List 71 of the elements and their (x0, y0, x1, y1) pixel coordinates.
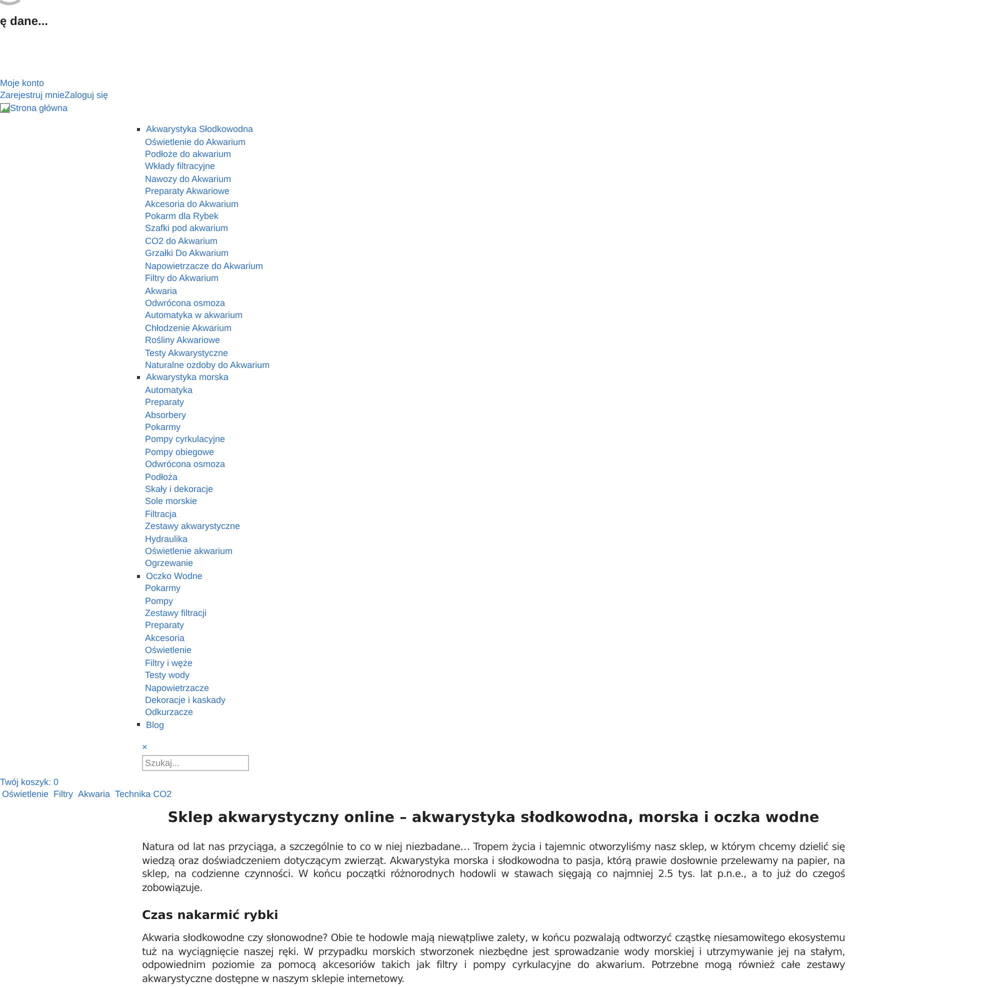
menu-category[interactable]: Akwarystyka Słodkowodna (146, 123, 254, 136)
menu-item[interactable]: Napowietrzacze do Akwarium (145, 260, 264, 271)
menu-item[interactable]: Zestawy filtracji (145, 608, 207, 618)
menu-item[interactable]: Skały i dekoracje (145, 484, 214, 494)
close-button[interactable]: × (142, 742, 148, 752)
menu-item[interactable]: Nawozy do Akwarium (145, 174, 232, 184)
menu-item[interactable]: Automatyka (145, 384, 193, 395)
cart-link[interactable]: Twój koszyk: 0 (0, 776, 59, 787)
register-link[interactable]: Zarejestruj mnie (0, 90, 65, 100)
menu-item[interactable]: Akwaria (145, 286, 178, 296)
spinner-icon (0, 0, 20, 6)
broken-image-icon (0, 103, 10, 114)
menu-item[interactable]: Dekoracje i kaskady (145, 694, 226, 705)
menu-item[interactable]: Sole morskie (145, 496, 198, 506)
menu-item[interactable]: Preparaty (145, 397, 184, 408)
menu-item[interactable]: Filtry do Akwarium (145, 273, 219, 284)
tag-link[interactable]: Filtry (54, 788, 74, 800)
menu-item[interactable]: Naturalne ozdoby do Akwarium (145, 360, 270, 370)
loading-text: ę dane... (0, 14, 50, 28)
menu-item[interactable]: Pokarmy (145, 422, 181, 432)
menu-item[interactable]: Szafki pod akwarium (145, 223, 228, 234)
menu-category[interactable]: Blog (146, 718, 164, 732)
menu-item[interactable]: Pokarm dla Rybek (145, 211, 219, 222)
menu-item[interactable]: Akcesoria (145, 632, 185, 643)
menu-item[interactable]: Chłodzenie Akwarium (145, 322, 232, 333)
menu-item[interactable]: Odwrócona osmoza (145, 459, 226, 470)
menu-item[interactable]: Testy Akwarystyczne (145, 348, 228, 358)
menu-category[interactable]: Oczko Wodne (146, 570, 202, 582)
page-heading: Sklep akwarystyczny online – akwarystyka słodkowodna, morska i oczka wodne (166, 809, 820, 828)
menu-item[interactable]: Ogrzewanie (145, 558, 194, 568)
bullet-icon (137, 376, 140, 380)
menu-item[interactable]: Preparaty Akwariowe (145, 186, 230, 196)
menu-item[interactable]: Pompy (145, 596, 174, 606)
my-account-link[interactable]: Moje konto (0, 78, 44, 88)
login-link[interactable]: Zaloguj się (64, 90, 108, 100)
menu-item[interactable]: Oświetlenie akwarium (145, 546, 233, 556)
menu-item[interactable]: Testy wody (145, 670, 190, 680)
tag-link[interactable]: Akwaria (78, 788, 110, 800)
menu-category[interactable]: Akwarystyka morska (146, 371, 229, 384)
menu-item[interactable]: Odkurzacze (145, 707, 194, 718)
tag-link[interactable]: Oświetlenie (2, 788, 49, 800)
menu-item[interactable]: Odwrócona osmoza (145, 298, 226, 308)
menu-item[interactable]: Pompy obiegowe (145, 446, 214, 457)
menu-item[interactable]: Wkłady filtracyjne (145, 161, 216, 172)
menu-item[interactable]: Rośliny Akwariowe (145, 335, 220, 346)
menu-item[interactable]: Filtry i węże (145, 658, 193, 668)
menu-item[interactable]: Oświetlenie do Akwarium (145, 136, 246, 147)
intro-paragraph: Natura od lat nas przyciąga, a szczególnie to co w niej niezbadane… Tropem życia i tajemnic otworzyliśmy nasz sklep, w którym chcemy dzielić się wiedzą oraz doświadczeniem dotyczącym zwierząt. Akwarystyka morska i słodkowodna to pasja, którą prawie dosłownie przelewamy na papier, na sklep, na codzienne czynności. W końcu początki różnorodnych hodowli w stawach sięgają co najmniej 2.5 tys. lat p.n.e., a to już do czegoś zobowiązuje. (142, 841, 845, 895)
section-heading: Czas nakarmić rybki (142, 908, 280, 922)
menu-item[interactable]: Podłoża (145, 472, 178, 482)
menu-item[interactable]: Absorbery (145, 410, 186, 420)
menu-item[interactable]: CO2 do Akwarium (145, 236, 218, 246)
menu-item[interactable]: Preparaty (145, 620, 184, 630)
menu-item[interactable]: Zestawy akwarystyczne (145, 521, 240, 532)
menu-item[interactable]: Pompy cyrkulacyjne (145, 434, 226, 444)
bullet-icon (137, 128, 140, 131)
home-link[interactable]: Strona główna (10, 102, 68, 114)
menu-item[interactable]: Akcesoria do Akwarium (145, 198, 239, 209)
menu-item[interactable]: Automatyka w akwarium (145, 310, 243, 320)
bullet-icon (137, 574, 140, 578)
menu-item[interactable]: Oświetlenie (145, 645, 192, 656)
menu-item[interactable]: Pokarmy (145, 583, 181, 594)
search-field[interactable]: Szukaj... (142, 754, 249, 771)
menu-item[interactable]: Filtracja (145, 508, 177, 519)
body-paragraph: Akwaria słodkowodne czy słonowodne? Obie te hodowle mają niewątpliwe zalety, w końcu pozwalają odtworzyć cząstkę niesamowitego ekosystemu tuż na wyciągnięcie naszej ręki. W przypadku morskich stworzonek niezbędne jest sprowadzanie wody morskiej i utrzymywanie jej na stałym, odpowiednim poziomie za pomocą akcesoriów takich jak filtry i pompy cyrkulacyjne do akwarium. Potrzebne mogą również całe zestawy akwarystyczne dostępne w naszym sklepie internetowy. (142, 932, 845, 986)
menu-item[interactable]: Napowietrzacze (145, 682, 210, 692)
tag-link[interactable]: Technika CO2 (115, 788, 172, 800)
bullet-icon (137, 723, 140, 726)
menu-item[interactable]: Podłoże do akwarium (145, 149, 232, 160)
menu-item[interactable]: Hydraulika (145, 534, 188, 544)
menu-item[interactable]: Grzałki Do Akwarium (145, 248, 229, 258)
